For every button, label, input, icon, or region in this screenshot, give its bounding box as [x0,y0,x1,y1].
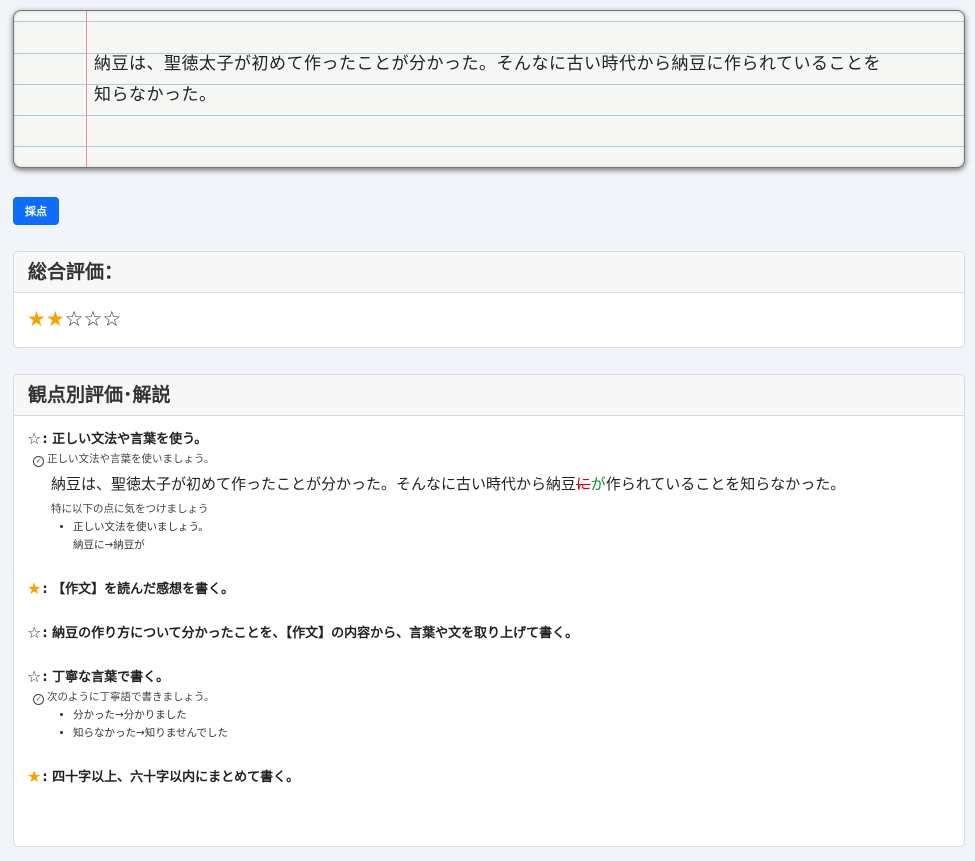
criterion-length: ★: 四十字以上、六十字以内にまとめて書く。 [27,766,951,788]
check-circle-icon: ✓ [33,694,44,705]
star-empty-icon: ☆ [27,623,42,642]
overall-rating: ★★☆☆☆ [14,293,964,345]
check-circle-icon: ✓ [33,456,44,467]
list-item: 正しい文法を使いましょう。納豆に→納豆が [73,518,951,554]
list-item: 知らなかった→知りませんでした [73,724,951,742]
star-empty-icon: ☆ [64,307,84,331]
criterion-grammar: ☆: 正しい文法や言葉を使う。 ✓ 正しい文法や言葉を使いましょう。 納豆は、聖徳… [27,428,951,554]
essay-paper[interactable]: 納豆は、聖徳太子が初めて作ったことが分かった。そんなに古い時代から納豆に作られて… [13,10,965,168]
grade-button[interactable]: 採点 [13,197,59,225]
star-empty-icon: ☆ [102,307,122,331]
overall-card: 総合評価： ★★☆☆☆ [13,251,965,348]
inserted-text: が [590,475,606,493]
star-empty-icon: ☆ [27,667,42,686]
star-filled-icon: ★ [27,307,46,331]
deleted-text: に [576,475,591,493]
criterion-polite: ☆: 丁寧な言葉で書く。 ✓次のように丁寧語で書きましょう。 分かった→分かりま… [27,666,951,742]
essay-text[interactable]: 納豆は、聖徳太子が初めて作ったことが分かった。そんなに古い時代から納豆に作られて… [94,49,884,111]
criterion-hint: 次のように丁寧語で書きましょう。 [47,691,215,703]
star-filled-icon: ★ [45,307,65,331]
criterion-content: ☆: 納豆の作り方について分かったことを、【作文】の内容から、言葉や文を取り上げ… [27,622,951,644]
criterion-title: : 納豆の作り方について分かったことを、【作文】の内容から、言葉や文を取り上げて… [42,626,579,641]
criterion-impression: ★: 【作文】を読んだ感想を書く。 [27,578,951,600]
overall-title: 総合評価： [14,252,964,293]
fix-text: 納豆に→納豆が [73,539,145,551]
star-empty-icon: ☆ [83,307,103,331]
criterion-title: : 正しい文法や言葉を使う。 [42,432,208,447]
paper-margin-line [86,11,87,167]
detail-title: 観点別評価･解説 [14,375,964,416]
corrected-example: 納豆は、聖徳太子が初めて作ったことが分かった。そんなに古い時代から納豆にが作られ… [51,475,846,493]
criterion-title: : 四十字以上、六十字以内にまとめて書く。 [42,770,300,785]
advice-note: 特に以下の点に気をつけましょう [51,503,209,515]
advice-list: 分かった→分かりました 知らなかった→知りませんでした [27,706,951,742]
star-filled-icon: ★ [27,767,42,786]
advice-list: 正しい文法を使いましょう。納豆に→納豆が [27,518,951,554]
criterion-title: : 【作文】を読んだ感想を書く。 [42,582,235,597]
criterion-hint: 正しい文法や言葉を使いましょう。 [47,453,215,465]
star-filled-icon: ★ [27,579,42,598]
star-empty-icon: ☆ [27,429,42,448]
list-item: 分かった→分かりました [73,706,951,724]
criterion-title: : 丁寧な言葉で書く。 [42,670,170,685]
detail-card: 観点別評価･解説 ☆: 正しい文法や言葉を使う。 ✓ 正しい文法や言葉を使いましょ… [13,374,965,847]
